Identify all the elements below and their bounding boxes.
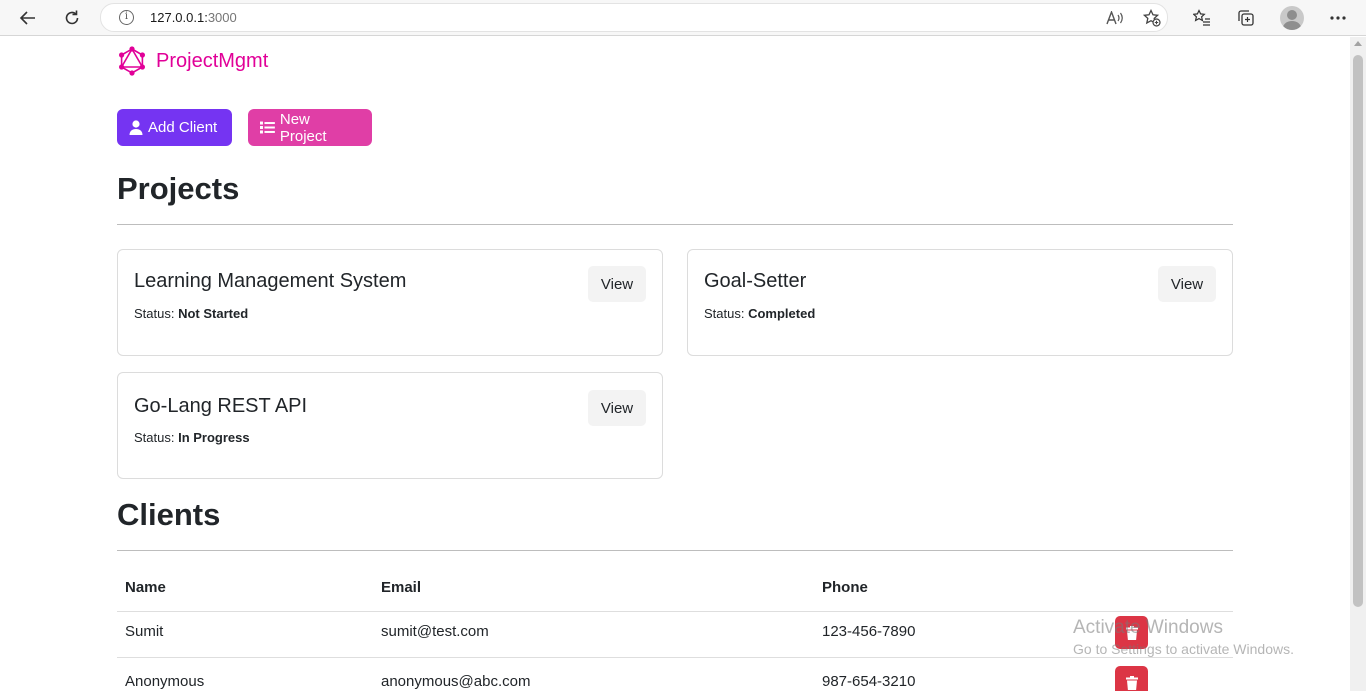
client-name: Sumit	[125, 623, 164, 640]
graphql-logo-icon	[119, 46, 145, 76]
project-title: Go-Lang REST API	[134, 395, 308, 417]
url-text: 127.0.0.1:3000	[150, 10, 237, 25]
project-title: Learning Management System	[134, 270, 407, 292]
delete-client-button[interactable]	[1115, 666, 1148, 691]
status-value: Not Started	[178, 306, 249, 321]
trash-icon	[1125, 675, 1138, 690]
new-project-label: New Project	[279, 110, 327, 145]
clients-heading: Clients	[117, 497, 221, 532]
projects-heading: Projects	[117, 171, 240, 206]
table-row: Anonymous anonymous@abc.com 987-654-3210	[117, 658, 1233, 691]
windows-activation-watermark: Activate Windows Go to Settings to activ…	[1073, 617, 1294, 657]
address-bar[interactable]: i 127.0.0.1:3000	[100, 3, 1168, 32]
back-icon[interactable]	[13, 4, 43, 32]
more-menu-icon[interactable]	[1323, 4, 1353, 32]
column-header-name: Name	[125, 579, 166, 596]
project-status: Status: Not Started	[134, 306, 248, 321]
scrollbar-thumb[interactable]	[1353, 55, 1363, 607]
watermark-title: Activate Windows	[1073, 617, 1223, 638]
watermark-subtitle: Go to Settings to activate Windows.	[1073, 641, 1294, 657]
browser-toolbar: i 127.0.0.1:3000	[0, 0, 1366, 36]
navbar-brand[interactable]: ProjectMgmt	[117, 46, 268, 76]
status-value: In Progress	[178, 430, 250, 445]
add-client-button[interactable]: Add Client	[117, 109, 232, 146]
status-label: Status:	[134, 306, 175, 321]
table-row: Sumit sumit@test.com 123-456-7890	[117, 608, 1233, 658]
profile-avatar-icon[interactable]	[1280, 6, 1304, 30]
read-aloud-icon[interactable]	[1100, 4, 1130, 32]
projects-divider	[117, 224, 1233, 225]
column-header-phone: Phone	[822, 579, 868, 596]
status-value: Completed	[748, 306, 816, 321]
project-status: Status: In Progress	[134, 430, 250, 445]
view-project-button[interactable]: View	[588, 266, 646, 302]
new-project-button[interactable]: New Project	[248, 109, 372, 146]
add-favorite-icon[interactable]	[1137, 4, 1167, 32]
status-label: Status:	[704, 306, 745, 321]
project-status: Status: Completed	[704, 306, 815, 321]
collections-icon[interactable]	[1231, 4, 1261, 32]
scroll-up-icon[interactable]	[1354, 41, 1362, 46]
brand-name: ProjectMgmt	[156, 49, 269, 72]
url-port: 3000	[207, 10, 237, 25]
table-header-row: Name Email Phone	[117, 562, 1233, 612]
status-label: Status:	[134, 430, 175, 445]
client-name: Anonymous	[125, 673, 205, 690]
client-email: sumit@test.com	[381, 623, 489, 640]
add-client-label: Add Client	[148, 119, 218, 136]
project-card: Go-Lang REST API Status: In Progress Vie…	[117, 372, 663, 479]
page-scrollbar[interactable]	[1350, 37, 1366, 691]
project-card: Goal-Setter Status: Completed View	[687, 249, 1233, 356]
page-content: ProjectMgmt Add Client New Project Proje…	[0, 37, 1350, 691]
user-icon	[129, 120, 143, 135]
list-icon	[260, 121, 275, 134]
client-phone: 987-654-3210	[822, 673, 916, 690]
view-project-button[interactable]: View	[588, 390, 646, 426]
favorites-icon[interactable]	[1187, 4, 1217, 32]
project-card: Learning Management System Status: Not S…	[117, 249, 663, 356]
column-header-email: Email	[381, 579, 422, 596]
client-phone: 123-456-7890	[822, 623, 916, 640]
project-title: Goal-Setter	[704, 270, 807, 292]
url-host: 127.0.0.1:	[150, 10, 208, 25]
refresh-icon[interactable]	[57, 4, 87, 32]
view-project-button[interactable]: View	[1158, 266, 1216, 302]
client-email: anonymous@abc.com	[381, 673, 531, 690]
site-info-icon[interactable]: i	[119, 10, 134, 25]
clients-divider	[117, 550, 1233, 551]
